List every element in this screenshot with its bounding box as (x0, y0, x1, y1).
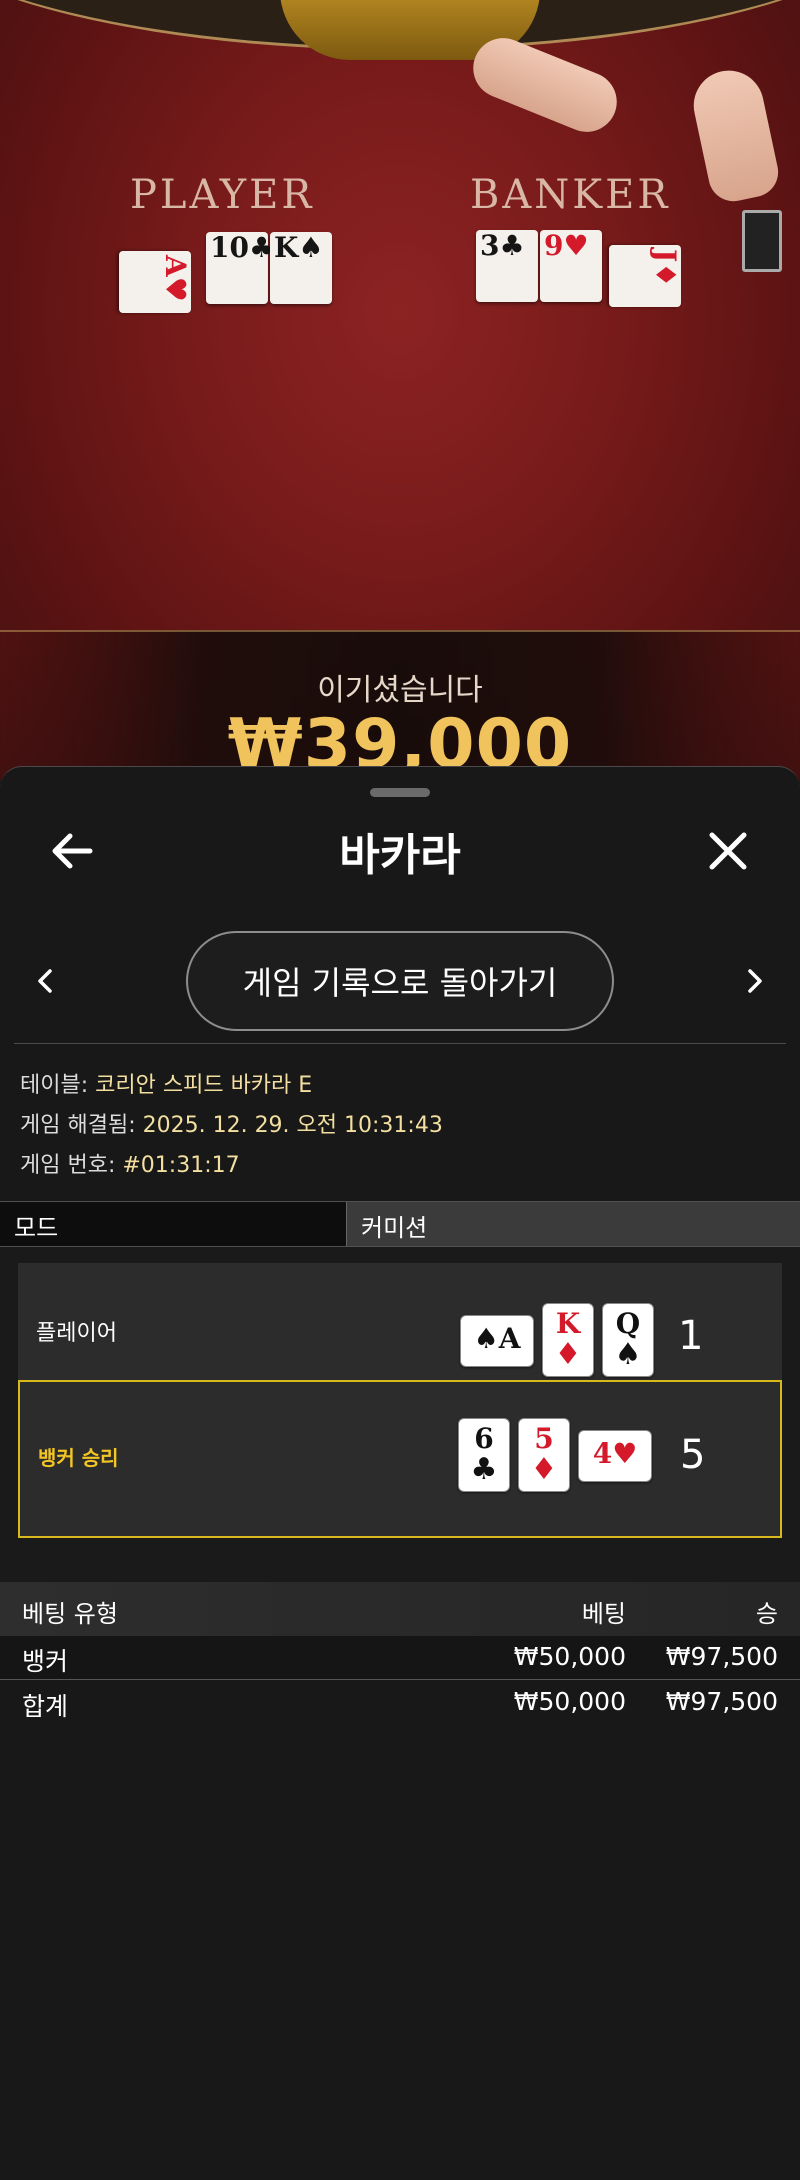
table-row: 뱅커 ₩50,000 ₩97,500 (0, 1636, 800, 1680)
result-card: K ♦ (542, 1303, 594, 1377)
table-card: J♦ (609, 245, 682, 307)
card-rank: 3 (480, 229, 500, 262)
dealer-left-hand (464, 29, 626, 141)
drag-handle[interactable] (370, 788, 430, 797)
info-resolved-label: 게임 해결됨: (20, 1113, 136, 1138)
card-rank: A (498, 1322, 521, 1355)
table-banker-label: BANKER (470, 172, 671, 218)
bet-type-cell: 뱅커 (22, 1647, 69, 1676)
card-rank: 6 (474, 1422, 494, 1455)
close-icon[interactable] (700, 823, 756, 879)
card-rank: K (555, 1307, 581, 1340)
table-card: 3♣ (476, 230, 538, 302)
divider (14, 1043, 786, 1044)
win-amount-cell: ₩97,500 (665, 1642, 778, 1671)
info-table-value: 코리안 스피드 바카라 E (95, 1073, 313, 1098)
card-rank: K (274, 231, 299, 264)
mode-bar: 모드 커미션 (0, 1201, 800, 1247)
table-player-label: PLAYER (130, 172, 315, 218)
card-rank: Q (615, 1307, 641, 1340)
card-suit: ♠ (298, 231, 324, 264)
card-rank: 4 (592, 1437, 613, 1470)
info-number-label: 게임 번호: (20, 1153, 116, 1178)
bet-table-header: 베팅 유형 베팅 승 (0, 1582, 800, 1636)
card-rank: 5 (534, 1422, 554, 1455)
card-suit: ♦ (554, 1337, 582, 1372)
card-suit: ♣ (470, 1452, 498, 1487)
chevron-right-icon[interactable] (740, 963, 770, 999)
info-table-label: 테이블: (20, 1073, 89, 1098)
info-number-row: 게임 번호: #01:31:17 (20, 1147, 240, 1179)
chevron-left-icon[interactable] (30, 963, 60, 999)
player-score: 1 (678, 1313, 704, 1359)
card-rank: 10 (210, 231, 249, 264)
card-suit: ♦ (649, 262, 682, 288)
card-suit: ♣ (499, 229, 525, 262)
header-bet: 베팅 (581, 1600, 626, 1628)
card-suit: ♦ (530, 1452, 558, 1487)
win-amount-cell: ₩97,500 (665, 1687, 778, 1716)
table-card: 9♥ (540, 230, 602, 302)
info-resolved-row: 게임 해결됨: 2025. 12. 29. 오전 10:31:43 (20, 1107, 443, 1139)
result-card: 6 ♣ (458, 1418, 510, 1492)
card-suit: ♠ (614, 1337, 642, 1372)
bet-amount-cell: ₩50,000 (513, 1687, 626, 1716)
table-row-total: 합계 ₩50,000 ₩97,500 (0, 1681, 800, 1725)
result-card: 4♥ (578, 1430, 652, 1482)
win-message: 이기셨습니다 (317, 673, 483, 708)
info-number-value: #01:31:17 (122, 1153, 240, 1178)
card-suit: ♥ (159, 276, 192, 302)
result-card: Q ♠ (602, 1303, 654, 1377)
dealer-right-hand (687, 64, 783, 206)
info-resolved-value: 2025. 12. 29. 오전 10:31:43 (142, 1113, 443, 1138)
bet-amount-cell: ₩50,000 (513, 1642, 626, 1671)
header-bet-type: 베팅 유형 (22, 1600, 118, 1628)
live-table-video: PLAYER BANKER A♥ 10♣ K♠ 3♣ 9♥ J♦ 이기셨습니다 … (0, 0, 800, 780)
table-card: 10♣ (206, 231, 274, 304)
game-history-sheet: 바카라 게임 기록으로 돌아가기 테이블: 코리안 스피드 바카라 E 게임 해… (0, 766, 800, 2180)
card-rank: A (159, 255, 192, 277)
player-result-label: 플레이어 (36, 1321, 117, 1346)
table-card: A♥ (119, 251, 192, 313)
mode-value: 커미션 (346, 1202, 800, 1246)
back-to-history-button[interactable]: 게임 기록으로 돌아가기 (186, 931, 614, 1031)
banker-score: 5 (680, 1432, 706, 1478)
header-win: 승 (755, 1600, 778, 1628)
card-suit: ♥ (563, 229, 589, 262)
info-table-row: 테이블: 코리안 스피드 바카라 E (20, 1067, 312, 1099)
sheet-title: 바카라 (339, 830, 461, 881)
card-suit: ♥ (612, 1437, 638, 1470)
mode-label: 모드 (0, 1202, 346, 1246)
result-card: ♠A (460, 1315, 534, 1367)
result-area: 플레이어 ♠A K ♦ Q ♠ 1 뱅커 승리 6 ♣ 5 ♦ 4♥ 5 (0, 1247, 800, 1582)
bet-type-cell: 합계 (22, 1692, 69, 1721)
card-shoe (742, 210, 782, 272)
banker-result-label: 뱅커 승리 (38, 1446, 119, 1470)
card-rank: 9 (544, 229, 564, 262)
result-card: 5 ♦ (518, 1418, 570, 1492)
card-suit: ♠ (473, 1322, 499, 1355)
table-card: K♠ (270, 232, 332, 304)
card-rank: J (649, 249, 682, 263)
banker-result-row: 뱅커 승리 6 ♣ 5 ♦ 4♥ 5 (18, 1380, 782, 1538)
